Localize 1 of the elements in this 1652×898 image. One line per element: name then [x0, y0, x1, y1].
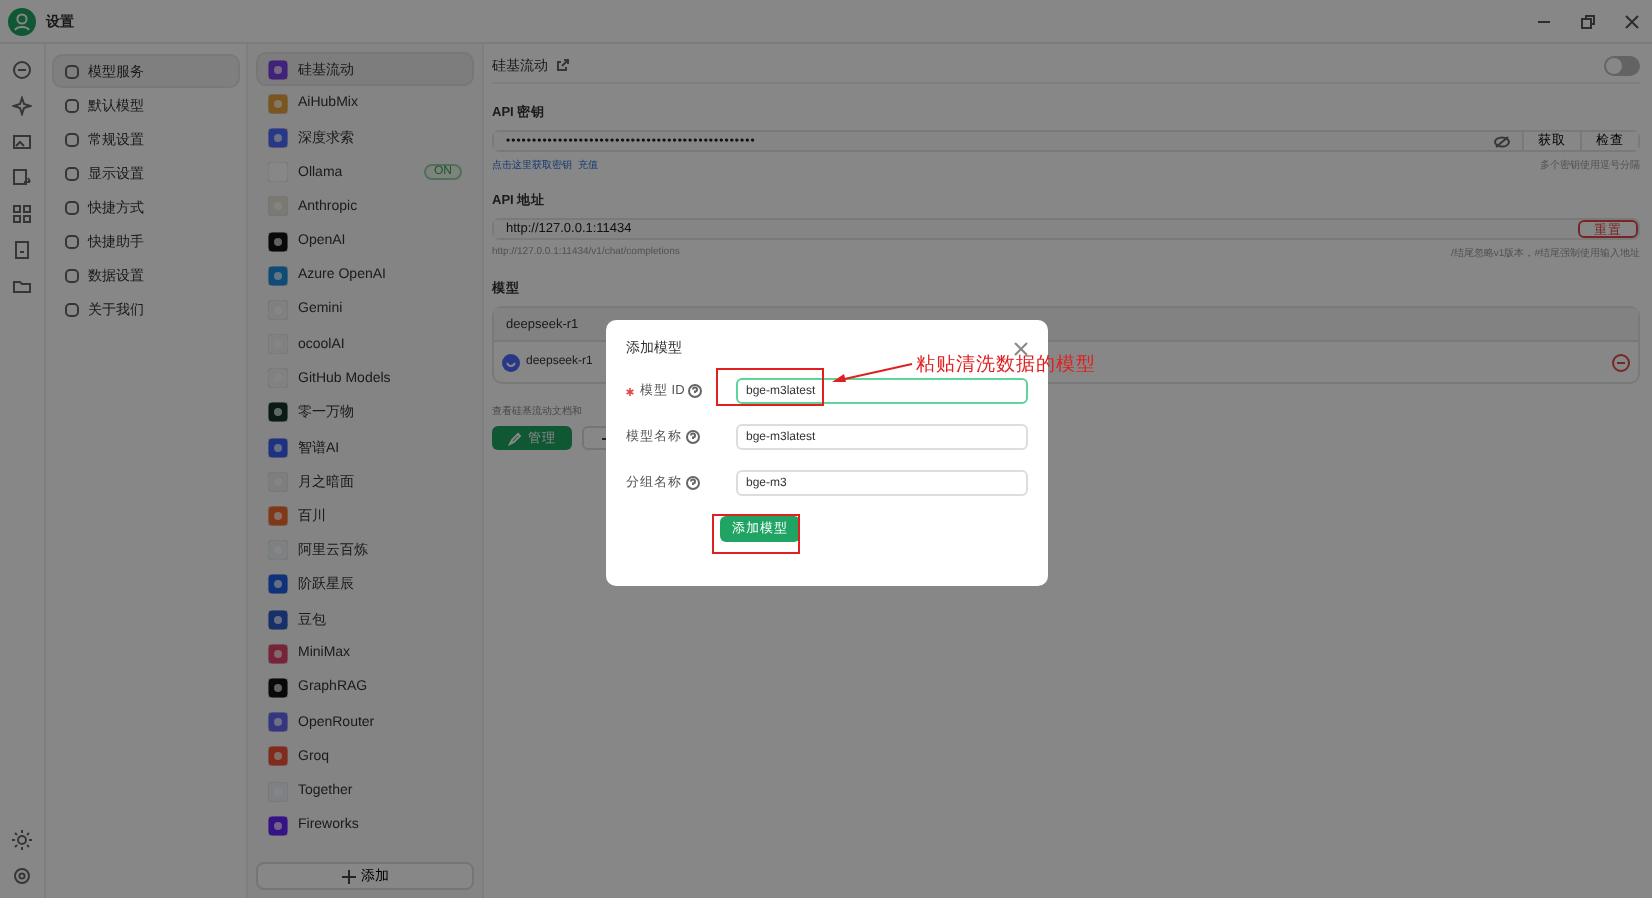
- annotation-text: 粘贴清洗数据的模型: [916, 352, 1096, 378]
